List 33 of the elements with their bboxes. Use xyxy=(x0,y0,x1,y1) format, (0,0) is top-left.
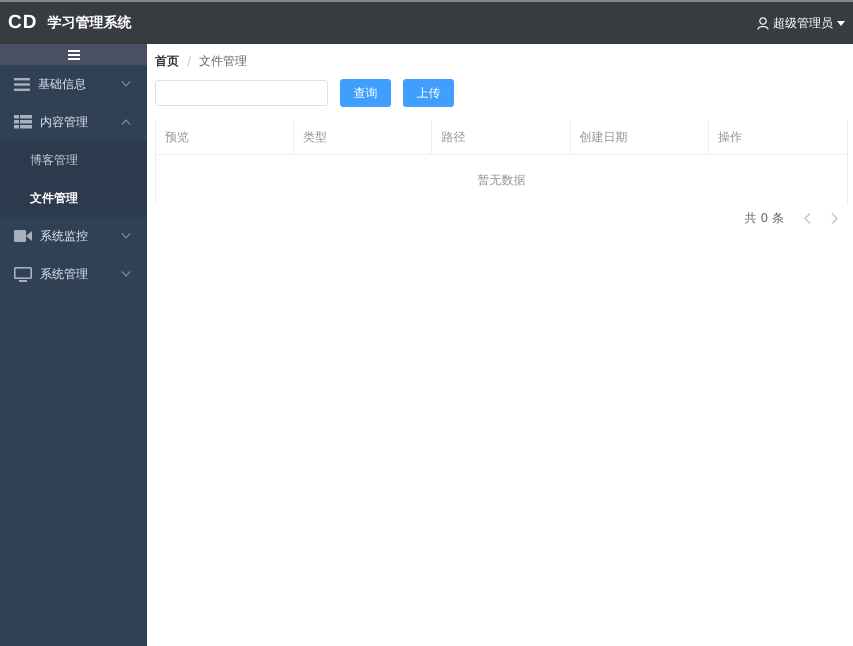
caret-icon xyxy=(837,20,845,26)
logo-text: CD xyxy=(8,12,38,34)
monitor-icon xyxy=(14,266,32,282)
column-header: 创建日期 xyxy=(570,120,709,154)
menu-group[interactable]: 系统管理 xyxy=(0,255,147,293)
menu-group[interactable]: 系统监控 xyxy=(0,217,147,255)
chevron-icon xyxy=(121,233,131,239)
total-count: 共 0 条 xyxy=(744,210,784,226)
submenu-item[interactable]: 文件管理 xyxy=(0,179,147,217)
chevron-icon xyxy=(121,271,131,277)
chevron-right-icon[interactable] xyxy=(831,212,838,224)
chevron-icon xyxy=(121,81,131,87)
column-header: 预览 xyxy=(156,120,294,154)
breadcrumb-separator: / xyxy=(187,54,192,68)
table-icon xyxy=(14,115,32,129)
user-menu[interactable]: 超级管理员 xyxy=(757,14,845,32)
user-icon xyxy=(757,16,769,30)
breadcrumb-link[interactable]: 首页 xyxy=(155,52,179,70)
column-header: 类型 xyxy=(294,120,432,154)
chevron-left-icon[interactable] xyxy=(804,212,811,224)
empty-text: 暂无数据 xyxy=(478,172,526,188)
menu-group[interactable]: 内容管理 xyxy=(0,103,147,141)
collapse-bar[interactable] xyxy=(0,44,147,65)
column-header: 操作 xyxy=(716,128,743,146)
video-camera-icon xyxy=(14,230,32,242)
search-field[interactable] xyxy=(155,80,328,106)
column-header: 路径 xyxy=(432,120,571,154)
list-icon xyxy=(14,78,30,90)
submenu-item[interactable]: 博客管理 xyxy=(0,141,147,179)
chevron-icon xyxy=(121,119,131,125)
menu-group[interactable]: 基础信息 xyxy=(0,65,147,103)
app-title: 学习管理系统 xyxy=(47,14,132,32)
menu-icon xyxy=(68,50,80,60)
